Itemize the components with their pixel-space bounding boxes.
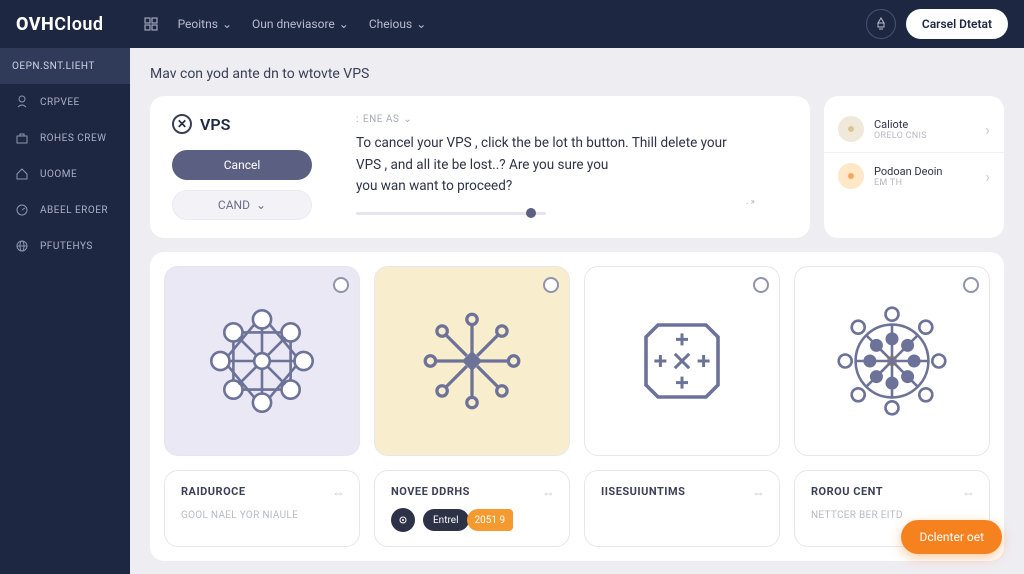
radio-icon[interactable] [333,277,349,293]
radio-icon[interactable] [543,277,559,293]
resize-icon: ⇔ [752,485,765,501]
page-title: Mav con yod ante dn to wtovte VPS [150,66,1004,82]
chevron-down-icon: ⌄ [403,114,412,125]
vps-body: To cancel your VPS , click the be lot th… [356,133,788,198]
globe-icon [14,238,30,254]
close-icon: ✕ [172,114,192,134]
sidebar-item-0[interactable]: CRPVEE [0,84,130,120]
sidebar-item-label: ROHES CREW [40,133,107,144]
cand-label: CAND [218,198,250,212]
sidebar-item-label: PFUTEHYS [40,241,93,252]
server-icon [14,94,30,110]
tile-2[interactable] [584,266,780,456]
mini-title: IISESUIUNTIMS [601,485,763,498]
notification-button[interactable] [866,9,896,39]
network-icon [197,296,327,426]
right-item-1[interactable]: Podoan Deoin EM TH › [824,152,1004,199]
right-list-card: Caliote ORELO CNIS › Podoan Deoin EM TH … [824,96,1004,238]
chip-dark[interactable]: Entrel [423,509,469,531]
chevron-right-icon: › [985,120,990,139]
brand-prefix: OVH [16,14,54,35]
main: Mav con yod ante dn to wtovte VPS ✕ VPS … [130,48,1024,574]
progress-bar[interactable] [356,212,546,215]
chevron-down-icon: ⌄ [339,17,349,31]
chevron-right-icon: › [985,167,990,186]
fab-button[interactable]: Dclenter oet [901,520,1002,554]
right-item-sub: EM TH [874,178,975,188]
right-item-title: Caliote [874,118,975,131]
resize-icon: ⇔ [542,485,555,501]
mini-card-2[interactable]: ⇔ IISESUIUNTIMS [584,470,780,547]
progress-label: . » [746,197,755,207]
mini-card-1[interactable]: ⇔ NOVEE DDRHS Entrel 2051 9 [374,470,570,547]
wheel-icon [827,296,957,426]
cand-dropdown[interactable]: CAND ⌄ [172,190,312,220]
tile-1[interactable] [374,266,570,456]
home-icon [14,166,30,182]
mini-title: NOVEE DDRHS [391,485,553,498]
sidebar-item-2[interactable]: UOOME [0,156,130,192]
mini-title: ROROU CENT [811,485,973,498]
top-nav: OVHCloud Peoitns⌄ Oun dneviasore⌄ Cheiou… [0,0,1024,48]
chevron-down-icon: ⌄ [222,17,232,31]
grid-icon[interactable] [144,17,158,31]
nav-link-0[interactable]: Peoitns⌄ [178,17,232,31]
chevron-down-icon: ⌄ [416,17,426,31]
tile-grid-card: ⇔ RAIDUROCE GOOL NAEL YOR NIAULE ⇔ NOVEE… [150,252,1004,561]
mini-title: RAIDUROCE [181,485,343,498]
resize-icon: ⇔ [332,485,345,501]
brand-logo: OVHCloud [16,14,104,35]
sidebar-item-4[interactable]: PFUTEHYS [0,228,130,264]
nav-link-2[interactable]: Cheious⌄ [369,17,426,31]
chip-icon [622,301,742,421]
cancel-button[interactable]: Cancel [172,150,312,180]
chevron-down-icon: ⌄ [256,198,266,212]
nav-link-1[interactable]: Oun dneviasore⌄ [252,17,349,31]
sidebar-item-1[interactable]: ROHES CREW [0,120,130,156]
sidebar-item-3[interactable]: ABEEL EROER [0,192,130,228]
avatar-icon [838,163,864,189]
sidebar: OEPN.SNT.LIEHT CRPVEE ROHES CREW UOOME A… [0,48,130,574]
mini-sub: GOOL NAEL YOR NIAULE [181,510,343,521]
briefcase-icon [14,130,30,146]
right-item-sub: ORELO CNIS [874,131,975,141]
resize-icon: ⇔ [962,485,975,501]
radio-icon[interactable] [753,277,769,293]
sidebar-item-label: ABEEL EROER [40,205,108,216]
circuit-icon [407,296,537,426]
sidebar-item-label: UOOME [40,169,77,180]
vps-tag[interactable]: : ENE AS ⌄ [356,114,788,125]
tile-3[interactable] [794,266,990,456]
radio-icon[interactable] [963,277,979,293]
chip-orange[interactable]: 2051 9 [467,509,514,531]
sidebar-item-label: CRPVEE [40,97,80,108]
vps-cancel-card: ✕ VPS Cancel CAND ⌄ : ENE AS ⌄ To cancel… [150,96,810,238]
vps-title: VPS [200,115,230,134]
gauge-icon [14,202,30,218]
right-item-0[interactable]: Caliote ORELO CNIS › [824,106,1004,152]
bell-icon [874,17,888,31]
sidebar-header: OEPN.SNT.LIEHT [0,48,130,84]
brand-suffix: Cloud [54,14,103,35]
right-item-title: Podoan Deoin [874,165,975,178]
tile-0[interactable] [164,266,360,456]
cta-button[interactable]: Carsel Dtetat [906,9,1008,39]
avatar-icon [838,116,864,142]
mini-card-0[interactable]: ⇔ RAIDUROCE GOOL NAEL YOR NIAULE [164,470,360,547]
gear-icon [391,508,415,532]
